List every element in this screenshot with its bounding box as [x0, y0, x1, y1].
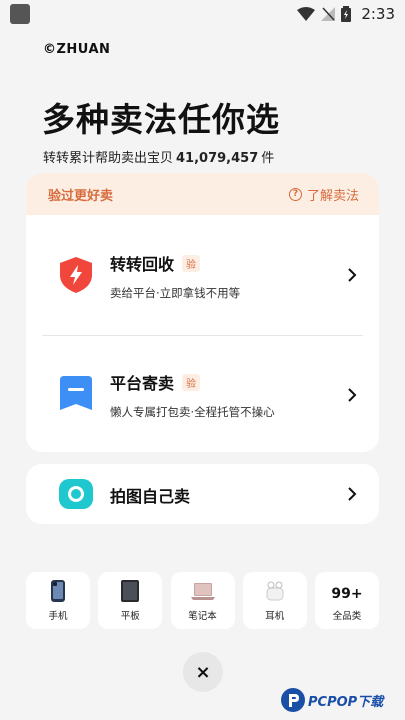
notification-icon [10, 4, 30, 24]
category-label: 手机 [48, 611, 68, 622]
service-consign-desc: 懒人专属打包卖·全程托管不操心 [110, 405, 275, 419]
chevron-right-icon [348, 388, 357, 402]
service-recycle-title: 转转回收 [110, 255, 175, 274]
verified-sell-header: 验过更好卖 ? 了解卖法 [26, 173, 379, 215]
verified-sell-card: 验过更好卖 ? 了解卖法 转转回收 验 卖给平台·立即拿钱不用等 平台寄卖 验 … [26, 173, 379, 452]
question-circle-icon: ? [288, 187, 302, 201]
earbuds-icon [262, 578, 288, 604]
service-recycle-desc: 卖给平台·立即拿钱不用等 [110, 286, 241, 300]
category-tablet[interactable]: 平板 [98, 572, 163, 629]
verified-sell-title: 验过更好卖 [48, 188, 114, 204]
service-consign-text: 平台寄卖 验 懒人专属打包卖·全程托管不操心 [110, 370, 275, 420]
sold-count-number: 41,079,457 [176, 151, 259, 166]
photo-sell-card[interactable]: 拍图自己卖 [26, 464, 379, 524]
category-earbuds[interactable]: 耳机 [242, 572, 307, 629]
shield-lightning-icon [60, 257, 92, 293]
close-icon: × [195, 661, 211, 683]
status-bar: 2:33 [0, 0, 405, 28]
verified-badge: 验 [182, 373, 201, 391]
service-consign[interactable]: 平台寄卖 验 懒人专属打包卖·全程托管不操心 [26, 336, 379, 452]
wifi-icon [297, 7, 316, 21]
category-label: 笔记本 [188, 611, 217, 622]
chevron-right-icon [348, 268, 357, 282]
chevron-right-icon [348, 487, 357, 501]
category-row: 手机 平板 笔记本 耳机 99+ 全品类 [26, 572, 379, 629]
signal-off-icon [321, 7, 336, 21]
category-laptop[interactable]: 笔记本 [170, 572, 235, 629]
category-label: 全品类 [332, 611, 362, 622]
sold-count-prefix: 转转累计帮助卖出宝贝 [43, 151, 174, 166]
service-recycle[interactable]: 转转回收 验 卖给平台·立即拿钱不用等 [26, 215, 379, 335]
sold-count-line: 转转累计帮助卖出宝贝 41,079,457 件 [43, 147, 274, 166]
pcpop-logo-icon [281, 688, 305, 712]
status-icons: 2:33 [297, 5, 395, 23]
camera-icon [59, 479, 93, 509]
category-phone[interactable]: 手机 [26, 572, 90, 629]
sold-count-suffix: 件 [261, 151, 275, 166]
category-label: 平板 [120, 611, 140, 622]
status-time: 2:33 [361, 5, 395, 23]
service-consign-title: 平台寄卖 [110, 374, 175, 393]
brand-logo-text: ©ZHUAN [43, 42, 111, 57]
category-all[interactable]: 99+ 全品类 [315, 572, 379, 629]
close-button[interactable]: × [183, 652, 223, 692]
page-title: 多种卖法任你选 [42, 100, 280, 139]
battery-charging-icon [341, 6, 352, 22]
laptop-icon [190, 578, 216, 604]
learn-sell-methods-link[interactable]: ? 了解卖法 [288, 185, 359, 204]
verified-badge: 验 [182, 254, 201, 272]
category-more-count: 99+ [331, 586, 363, 602]
category-label: 耳机 [265, 611, 285, 622]
learn-sell-methods-label: 了解卖法 [306, 188, 359, 204]
phone-icon [45, 578, 71, 604]
bookmark-card-icon [60, 376, 92, 410]
watermark-text: PCPOP下载 [308, 694, 384, 710]
tablet-icon [117, 578, 143, 604]
watermark: PCPOP下载 [280, 684, 402, 716]
service-recycle-text: 转转回收 验 卖给平台·立即拿钱不用等 [110, 251, 240, 301]
photo-sell-title: 拍图自己卖 [110, 487, 191, 506]
